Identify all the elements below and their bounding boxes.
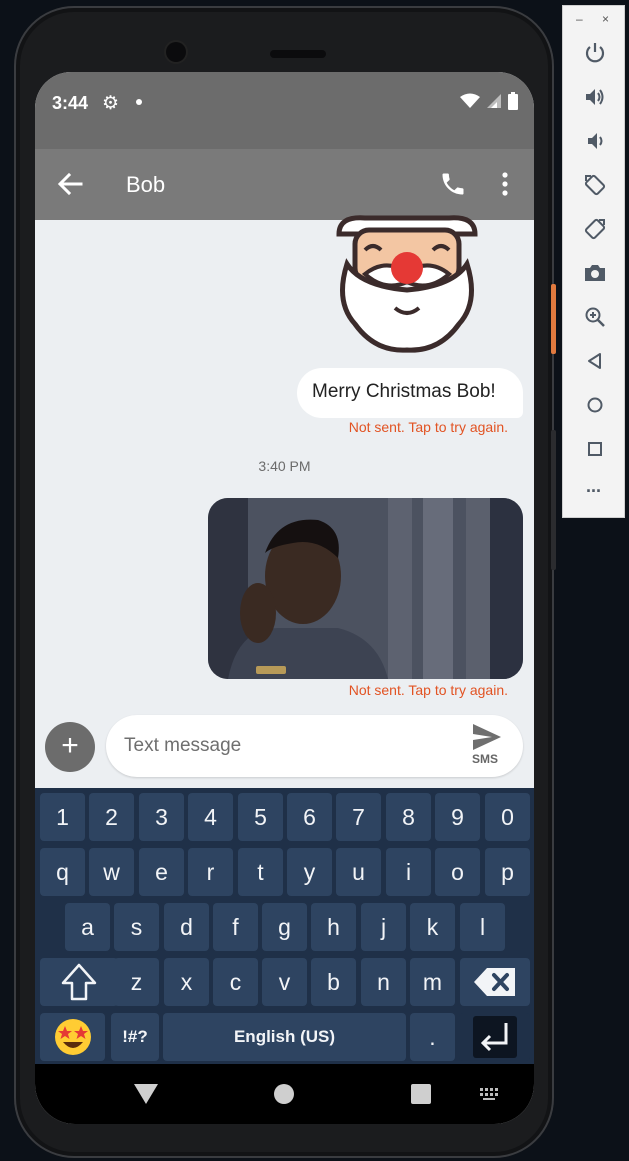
soft-keyboard: 1 2 3 4 5 6 7 8 9 0 q w e r t y u i o p … — [35, 788, 534, 1064]
key-a[interactable]: a — [65, 903, 110, 951]
key-2[interactable]: 2 — [89, 793, 134, 841]
symbols-key[interactable]: !#? — [111, 1013, 159, 1061]
key-y[interactable]: y — [287, 848, 332, 896]
star-eyes-emoji-icon — [54, 1019, 91, 1055]
key-8[interactable]: 8 — [386, 793, 431, 841]
not-sent-error[interactable]: Not sent. Tap to try again. — [349, 419, 508, 435]
key-3[interactable]: 3 — [139, 793, 184, 841]
key-p[interactable]: p — [485, 848, 530, 896]
keyboard-switch-icon[interactable] — [479, 1087, 501, 1101]
overflow-menu-icon[interactable] — [497, 170, 513, 198]
key-t[interactable]: t — [238, 848, 283, 896]
key-x[interactable]: x — [164, 958, 209, 1006]
nav-recents-icon[interactable] — [411, 1084, 431, 1104]
key-m[interactable]: m — [410, 958, 455, 1006]
window-close-button[interactable]: × — [602, 12, 609, 26]
shift-arrow-icon — [61, 963, 97, 1001]
key-c[interactable]: c — [213, 958, 258, 1006]
earpiece-speaker — [270, 50, 326, 58]
key-g[interactable]: g — [262, 903, 307, 951]
key-l[interactable]: l — [460, 903, 505, 951]
signal-icon — [487, 94, 501, 108]
overview-square-icon[interactable] — [583, 437, 607, 461]
front-camera — [166, 42, 186, 62]
key-h[interactable]: h — [311, 903, 356, 951]
key-b[interactable]: b — [311, 958, 356, 1006]
santa-sticker-image[interactable] — [325, 212, 489, 362]
send-sms-label: SMS — [472, 752, 499, 766]
conversation-app-bar: Bob — [35, 149, 534, 220]
send-icon[interactable] — [472, 723, 502, 751]
key-w[interactable]: w — [89, 848, 134, 896]
volume-down-icon[interactable] — [583, 129, 607, 153]
volume-side-button[interactable] — [551, 430, 556, 570]
message-input[interactable]: Text message SMS — [106, 715, 523, 777]
key-0[interactable]: 0 — [485, 793, 530, 841]
key-1[interactable]: 1 — [40, 793, 85, 841]
home-circle-icon[interactable] — [583, 393, 607, 417]
backspace-icon — [474, 968, 515, 996]
rotate-right-icon[interactable] — [583, 217, 607, 241]
status-bar: 3:44 ⚙ — [35, 72, 534, 149]
phone-screen: 3:44 ⚙ Bob Merry Christmas Bob! Not sent… — [35, 72, 534, 1124]
key-v[interactable]: v — [262, 958, 307, 1006]
key-4[interactable]: 4 — [188, 793, 233, 841]
key-e[interactable]: e — [139, 848, 184, 896]
key-o[interactable]: o — [435, 848, 480, 896]
settings-gear-icon: ⚙ — [102, 93, 120, 114]
emoji-key[interactable] — [40, 1013, 105, 1061]
wifi-icon — [460, 93, 480, 108]
shift-key[interactable] — [40, 958, 118, 1006]
message-input-placeholder: Text message — [124, 735, 242, 756]
not-sent-error[interactable]: Not sent. Tap to try again. — [349, 682, 508, 698]
status-time: 3:44 — [52, 93, 89, 113]
key-i[interactable]: i — [386, 848, 431, 896]
key-s[interactable]: s — [114, 903, 159, 951]
key-6[interactable]: 6 — [287, 793, 332, 841]
message-timestamp: 3:40 PM — [258, 458, 311, 474]
contact-name: Bob — [126, 172, 166, 197]
key-q[interactable]: q — [40, 848, 85, 896]
key-n[interactable]: n — [361, 958, 406, 1006]
key-k[interactable]: k — [410, 903, 455, 951]
key-j[interactable]: j — [361, 903, 406, 951]
battery-icon — [508, 92, 518, 110]
message-bubble[interactable]: Merry Christmas Bob! — [297, 368, 523, 418]
volume-up-icon[interactable] — [583, 85, 607, 109]
period-key[interactable]: . — [410, 1013, 455, 1061]
enter-key[interactable] — [459, 1013, 530, 1061]
status-icons — [460, 92, 518, 110]
key-r[interactable]: r — [188, 848, 233, 896]
key-5[interactable]: 5 — [238, 793, 283, 841]
key-7[interactable]: 7 — [336, 793, 381, 841]
enter-icon — [472, 1016, 517, 1058]
space-bar-key[interactable]: English (US) — [163, 1013, 406, 1061]
key-d[interactable]: d — [164, 903, 209, 951]
nav-home-icon[interactable] — [273, 1083, 295, 1105]
emulator-window-controls: – × — [563, 12, 624, 26]
system-nav-bar — [35, 1064, 534, 1124]
nav-back-icon[interactable] — [134, 1084, 158, 1104]
add-attachment-button[interactable]: + — [45, 722, 95, 772]
emulator-toolbar: – × ... — [562, 5, 625, 518]
camera-screenshot-icon[interactable] — [583, 261, 607, 285]
phone-call-icon[interactable] — [439, 170, 467, 198]
power-icon[interactable] — [583, 41, 607, 65]
key-z[interactable]: z — [114, 958, 159, 1006]
back-arrow-icon[interactable] — [55, 169, 85, 199]
key-u[interactable]: u — [336, 848, 381, 896]
key-9[interactable]: 9 — [435, 793, 480, 841]
compose-bar: + Text message SMS — [35, 715, 534, 787]
image-attachment[interactable] — [208, 498, 523, 679]
zoom-icon[interactable] — [583, 305, 607, 329]
rotate-left-icon[interactable] — [583, 173, 607, 197]
notification-dot-icon — [136, 99, 142, 105]
key-f[interactable]: f — [213, 903, 258, 951]
back-triangle-icon[interactable] — [583, 349, 607, 373]
backspace-key[interactable] — [460, 958, 530, 1006]
more-options-button[interactable]: ... — [563, 476, 624, 497]
power-side-button[interactable] — [551, 284, 556, 354]
window-minimize-button[interactable]: – — [576, 12, 583, 26]
